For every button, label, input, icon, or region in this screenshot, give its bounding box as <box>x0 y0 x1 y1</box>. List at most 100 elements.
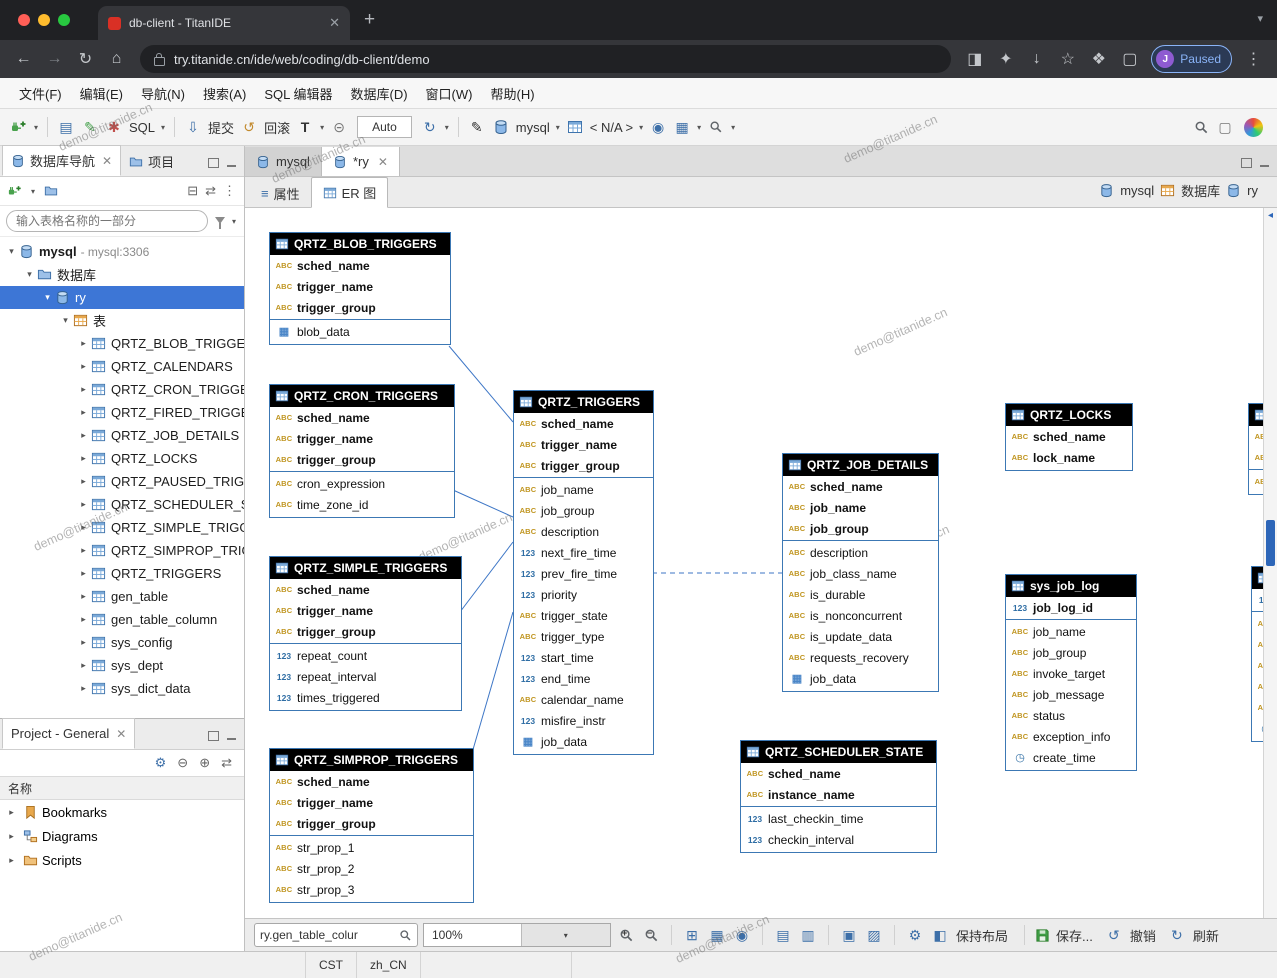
entity-column-sched_name[interactable]: ABCsched_name <box>270 771 473 792</box>
subtab-ER 图[interactable]: ER 图 <box>311 177 389 208</box>
entity-column-sched_name[interactable]: ABCsched_name <box>270 255 450 276</box>
expand-arrow-icon[interactable]: ▸ <box>76 338 91 349</box>
subtab-属性[interactable]: ≡属性 <box>250 181 311 206</box>
entity-column-sched_name[interactable]: ABCsched_name <box>741 763 936 784</box>
entity-column-job_log_id[interactable]: 123job_log_id <box>1006 597 1136 618</box>
entity-column-is_update_data[interactable]: ABCis_update_data <box>783 626 938 647</box>
expand-arrow-icon[interactable]: ▸ <box>76 591 91 602</box>
tab-close-icon[interactable]: ✕ <box>116 727 126 741</box>
expand-arrow-icon[interactable]: ▸ <box>76 499 91 510</box>
commit-icon[interactable]: ⇩ <box>182 116 204 138</box>
frame-icon[interactable]: ◧ <box>930 927 950 944</box>
sync-icon[interactable]: ⇄ <box>221 755 232 771</box>
panel-maximize-icon[interactable] <box>1241 158 1252 168</box>
filter-caret-icon[interactable]: ▾ <box>232 217 236 226</box>
entity-header[interactable]: sys_job_log <box>1006 575 1136 597</box>
entity-header[interactable]: QRTZ_SIMPROP_TRIGGERS <box>270 749 473 771</box>
entity-QRTZ_CRON_TRIGGERS[interactable]: QRTZ_CRON_TRIGGERSABCsched_nameABCtrigge… <box>269 384 455 518</box>
entity-column-repeat_count[interactable]: 123repeat_count <box>270 645 461 666</box>
reload-button[interactable]: ↻ <box>72 49 99 69</box>
tree-item-QRTZ_PAUSED_TRIGGERS[interactable]: ▸QRTZ_PAUSED_TRIGGERS <box>0 470 244 493</box>
toolbar-search-icon[interactable] <box>705 116 727 138</box>
expand-arrow-icon[interactable]: ▸ <box>76 614 91 625</box>
entity-column-exception_info[interactable]: ABCexception_info <box>1006 726 1136 747</box>
expand-arrow-icon[interactable]: ▸ <box>76 361 91 372</box>
panel-minimize-icon[interactable] <box>227 738 236 740</box>
tree-item-QRTZ_JOB_DETAILS[interactable]: ▸QRTZ_JOB_DETAILS <box>0 424 244 447</box>
sql-script-icon[interactable]: ▤ <box>55 116 77 138</box>
tree-item-QRTZ_SIMPLE_TRIGGERS[interactable]: ▸QRTZ_SIMPLE_TRIGGERS <box>0 516 244 539</box>
expand-arrow-icon[interactable]: ▸ <box>76 545 91 556</box>
project-item-Diagrams[interactable]: ▸Diagrams <box>0 824 244 848</box>
entity-header[interactable]: QRTZ_SIMPLE_TRIGGERS <box>270 557 461 579</box>
lock-toggle-icon[interactable]: ⊝ <box>328 116 350 138</box>
canvas-vertical-scrollbar[interactable]: ◂ <box>1263 208 1277 918</box>
collapse-icon[interactable]: ⊖ <box>177 755 188 771</box>
tx-caret-icon[interactable]: ▾ <box>320 123 324 132</box>
entity-column-trigger_group[interactable]: ABCtrigger_group <box>270 621 461 642</box>
entity-column-checkin_interval[interactable]: 123checkin_interval <box>741 829 936 850</box>
menu-item-0[interactable]: 文件(F) <box>10 84 71 103</box>
entity-column-job_name[interactable]: ABCjob_name <box>783 497 938 518</box>
menu-item-7[interactable]: 帮助(H) <box>481 84 543 103</box>
entity-column-trigger_name[interactable]: ABCtrigger_name <box>270 428 454 449</box>
tx-mode-icon[interactable]: T <box>294 116 316 138</box>
entity-column-priority[interactable]: 123priority <box>514 584 653 605</box>
entity-column-str_prop_2[interactable]: ABCstr_prop_2 <box>270 858 473 879</box>
schema-caret-icon[interactable]: ▾ <box>639 123 643 132</box>
menu-item-4[interactable]: SQL 编辑器 <box>255 84 341 103</box>
entity-column-job_name[interactable]: ABCjob_name <box>514 479 653 500</box>
sql-caret-icon[interactable]: ▾ <box>161 123 165 132</box>
tree-item-表[interactable]: ▾表 <box>0 309 244 332</box>
entity-column-is_nonconcurrent[interactable]: ABCis_nonconcurrent <box>783 605 938 626</box>
entity-QRTZ_SCHEDULER_STATE[interactable]: QRTZ_SCHEDULER_STATEABCsched_nameABCinst… <box>740 740 937 853</box>
entity-column-instance_name[interactable]: ABCinstance_name <box>741 784 936 805</box>
active-connection-label[interactable]: mysql <box>516 120 550 135</box>
tab-close-icon[interactable]: ✕ <box>102 154 112 168</box>
tree-item-QRTZ_FIRED_TRIGGERS[interactable]: ▸QRTZ_FIRED_TRIGGERS <box>0 401 244 424</box>
editor-tab-*ry[interactable]: *ry✕ <box>322 147 400 176</box>
panel-maximize-icon[interactable] <box>208 731 219 741</box>
panel-minimize-icon[interactable] <box>227 165 236 167</box>
entity-column-invoke_target[interactable]: ABCinvoke_target <box>1006 663 1136 684</box>
tab-list-chevron-icon[interactable]: ▾ <box>1257 12 1263 25</box>
entity-QRTZ_BLOB_TRIGGERS[interactable]: QRTZ_BLOB_TRIGGERSABCsched_nameABCtrigge… <box>269 232 451 345</box>
expand-arrow-icon[interactable]: ▸ <box>76 568 91 579</box>
user-avatar[interactable] <box>1244 118 1263 137</box>
entity-column-trigger_state[interactable]: ABCtrigger_state <box>514 605 653 626</box>
tree-item-sys_dept[interactable]: ▸sys_dept <box>0 654 244 677</box>
entity-column-description[interactable]: ABCdescription <box>514 521 653 542</box>
side-panel-icon[interactable]: ▢ <box>1116 49 1143 69</box>
entity-column-trigger_group[interactable]: ABCtrigger_group <box>270 297 450 318</box>
entity-column-job_data[interactable]: ▦job_data <box>783 668 938 689</box>
edit-icon[interactable]: ✎ <box>466 116 488 138</box>
menu-item-6[interactable]: 窗口(W) <box>417 84 482 103</box>
globe-icon[interactable]: ◉ <box>647 116 669 138</box>
entity-column-trigger_name[interactable]: ABCtrigger_name <box>270 276 450 297</box>
tab-project[interactable]: 项目 <box>121 147 182 176</box>
tree-item-数据库[interactable]: ▾数据库 <box>0 263 244 286</box>
rollback-icon[interactable]: ↺ <box>238 116 260 138</box>
entity-header[interactable]: QRTZ_TRIGGERS <box>514 391 653 413</box>
expand-arrow-icon[interactable]: ▸ <box>76 660 91 671</box>
search-icon[interactable] <box>399 929 412 942</box>
entity-column-end_time[interactable]: 123end_time <box>514 668 653 689</box>
menu-item-5[interactable]: 数据库(D) <box>342 84 417 103</box>
panel-caret-icon[interactable]: ▾ <box>697 123 701 132</box>
entity-column-is_durable[interactable]: ABCis_durable <box>783 584 938 605</box>
expand-arrow-icon[interactable]: ▸ <box>76 522 91 533</box>
entity-column-times_triggered[interactable]: 123times_triggered <box>270 687 461 708</box>
tree-item-sys_dict_data[interactable]: ▸sys_dict_data <box>0 677 244 700</box>
perspective-icon[interactable]: ▢ <box>1214 116 1236 138</box>
entity-QRTZ_TRIGGERS[interactable]: QRTZ_TRIGGERSABCsched_nameABCtrigger_nam… <box>513 390 654 755</box>
save-button[interactable]: 保存... <box>1056 926 1093 945</box>
tree-item-QRTZ_CALENDARS[interactable]: ▸QRTZ_CALENDARS <box>0 355 244 378</box>
entity-column-trigger_group[interactable]: ABCtrigger_group <box>514 455 653 476</box>
active-schema-label[interactable]: < N/A > <box>590 120 633 135</box>
sql-menu-label[interactable]: SQL <box>129 120 155 135</box>
save-icon[interactable] <box>1035 928 1050 943</box>
panel-maximize-icon[interactable] <box>208 158 219 168</box>
export-image-icon[interactable]: ▨ <box>864 927 884 944</box>
tree-item-sys_config[interactable]: ▸sys_config <box>0 631 244 654</box>
entity-column-start_time[interactable]: 123start_time <box>514 647 653 668</box>
